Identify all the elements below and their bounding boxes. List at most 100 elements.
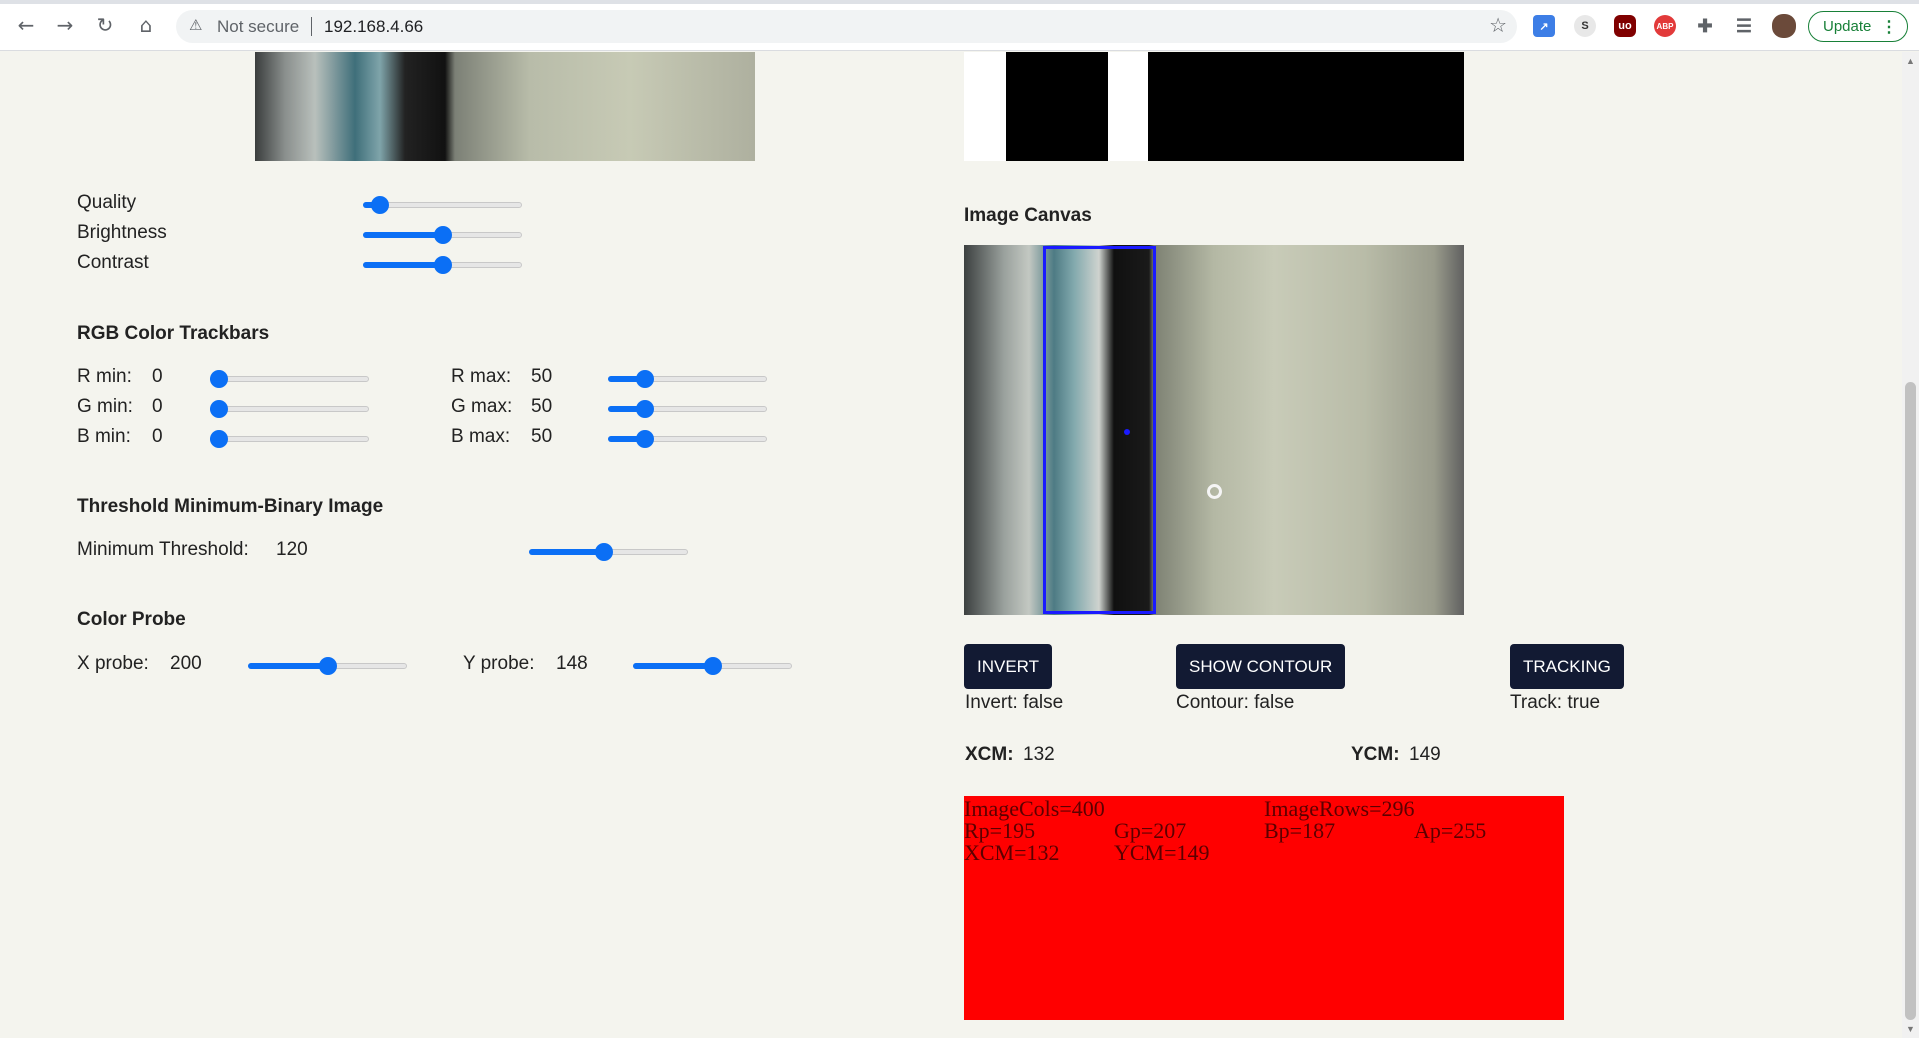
slider-thumb[interactable] [371, 196, 390, 214]
g-min-value: 0 [152, 396, 163, 417]
r-min-slider[interactable] [210, 369, 369, 389]
tab-strip [0, 0, 1919, 4]
scroll-up-icon[interactable]: ▲ [1906, 56, 1915, 66]
probe-marker [1207, 484, 1222, 499]
slider-thumb[interactable] [318, 657, 337, 675]
contrast-slider[interactable] [363, 255, 522, 275]
extension-s-icon[interactable]: S [1574, 15, 1596, 37]
image-canvas-heading: Image Canvas [964, 205, 1092, 226]
slider-thumb[interactable] [433, 256, 452, 274]
warning-icon: ⚠ [189, 16, 203, 34]
g-max-label: G max: [451, 396, 513, 417]
camera-stream-image [255, 52, 755, 161]
image-canvas[interactable] [964, 245, 1464, 615]
slider-thumb[interactable] [703, 657, 722, 675]
slider-fill [529, 549, 605, 555]
b-max-slider[interactable] [608, 429, 767, 449]
rgb-heading: RGB Color Trackbars [77, 323, 270, 344]
slider-thumb[interactable] [636, 400, 655, 418]
url-text[interactable]: 192.168.4.66 [324, 17, 423, 37]
contrast-label: Contrast [77, 252, 149, 273]
y-probe-value: 148 [556, 653, 588, 674]
x-probe-label: X probe: [77, 653, 149, 674]
scroll-thumb[interactable] [1905, 382, 1916, 1020]
x-probe-value: 200 [170, 653, 202, 674]
address-bar[interactable]: ⚠ Not secure 192.168.4.66 ☆ [176, 10, 1517, 43]
security-label[interactable]: Not secure [217, 17, 299, 37]
y-probe-label: Y probe: [463, 653, 535, 674]
slider-thumb[interactable] [210, 430, 228, 448]
update-button[interactable]: Update ⋮ [1808, 11, 1908, 42]
binary-white-region [964, 52, 1006, 161]
contour-status: Contour: false [1176, 692, 1295, 713]
b-min-slider[interactable] [210, 429, 369, 449]
browser-toolbar: ← → ↻ ⌂ ⚠ Not secure 192.168.4.66 ☆ ↗ S … [0, 0, 1919, 51]
b-max-value: 50 [531, 426, 553, 447]
threshold-heading: Threshold Minimum-Binary Image [77, 496, 384, 517]
centroid-marker [1124, 429, 1130, 435]
ap-text: Ap=255 [1414, 818, 1487, 843]
adblock-icon[interactable]: ABP [1654, 15, 1676, 37]
r-max-label: R max: [451, 366, 512, 387]
rp-text: Rp=195 [964, 818, 1036, 843]
slider-fill [363, 262, 443, 268]
quality-label: Quality [77, 192, 137, 213]
brightness-label: Brightness [77, 222, 167, 243]
binary-image [964, 52, 1464, 161]
y-probe-slider[interactable] [633, 656, 792, 676]
slider-thumb[interactable] [595, 543, 614, 561]
g-max-value: 50 [531, 396, 553, 417]
quality-slider[interactable] [363, 195, 522, 215]
scroll-down-icon[interactable]: ▼ [1906, 1024, 1915, 1034]
ycm-text: YCM=149 [1114, 840, 1210, 865]
back-icon[interactable]: ← [13, 12, 39, 38]
extension-chart-icon[interactable]: ↗ [1533, 15, 1555, 37]
threshold-label: Minimum Threshold: [77, 539, 249, 560]
slider-thumb[interactable] [636, 430, 655, 448]
reload-icon[interactable]: ↻ [92, 12, 118, 38]
slider-fill [363, 232, 443, 238]
forward-icon[interactable]: → [52, 12, 78, 38]
tracking-button[interactable]: TRACKING [1510, 644, 1624, 689]
update-label: Update [1823, 18, 1872, 35]
slider-fill [248, 663, 328, 669]
show-contour-button[interactable]: SHOW CONTOUR [1176, 644, 1346, 689]
brightness-slider[interactable] [363, 225, 522, 245]
g-min-label: G min: [77, 396, 133, 417]
r-max-slider[interactable] [608, 369, 767, 389]
media-queue-icon[interactable]: ☰ [1733, 15, 1755, 37]
threshold-value: 120 [276, 539, 308, 560]
invert-button[interactable]: INVERT [964, 644, 1053, 689]
page-content: Quality Brightness Contrast RGB Color Tr… [0, 52, 1902, 1038]
ublock-icon[interactable]: uo [1614, 15, 1636, 37]
bookmark-star-icon[interactable]: ☆ [1489, 13, 1507, 37]
r-max-value: 50 [531, 366, 553, 387]
tracking-box [1043, 246, 1156, 614]
threshold-slider[interactable] [529, 542, 688, 562]
slider-track [210, 406, 369, 412]
b-max-label: B max: [451, 426, 511, 447]
image-rows-text: ImageRows=296 [1264, 796, 1415, 821]
x-probe-slider[interactable] [248, 656, 407, 676]
info-canvas: ImageCols=400 ImageRows=296 Rp=195 Gp=20… [964, 796, 1564, 1020]
profile-avatar[interactable] [1772, 14, 1796, 38]
xcm-label: XCM: [965, 744, 1014, 765]
divider [311, 17, 312, 36]
page-scrollbar[interactable]: ▲ ▼ [1902, 52, 1919, 1038]
xcm-value: 132 [1023, 744, 1055, 765]
g-max-slider[interactable] [608, 399, 767, 419]
extensions-puzzle-icon[interactable]: ✚ [1694, 15, 1716, 37]
slider-thumb[interactable] [433, 226, 452, 244]
bp-text: Bp=187 [1264, 818, 1336, 843]
gp-text: Gp=207 [1114, 818, 1187, 843]
color-probe-heading: Color Probe [77, 609, 186, 630]
r-min-label: R min: [77, 366, 132, 387]
g-min-slider[interactable] [210, 399, 369, 419]
slider-thumb[interactable] [210, 370, 228, 388]
slider-thumb[interactable] [636, 370, 655, 388]
kebab-menu-icon[interactable]: ⋮ [1881, 17, 1897, 37]
slider-thumb[interactable] [210, 400, 228, 418]
home-icon[interactable]: ⌂ [133, 12, 159, 38]
ycm-label: YCM: [1351, 744, 1400, 765]
b-min-value: 0 [152, 426, 163, 447]
